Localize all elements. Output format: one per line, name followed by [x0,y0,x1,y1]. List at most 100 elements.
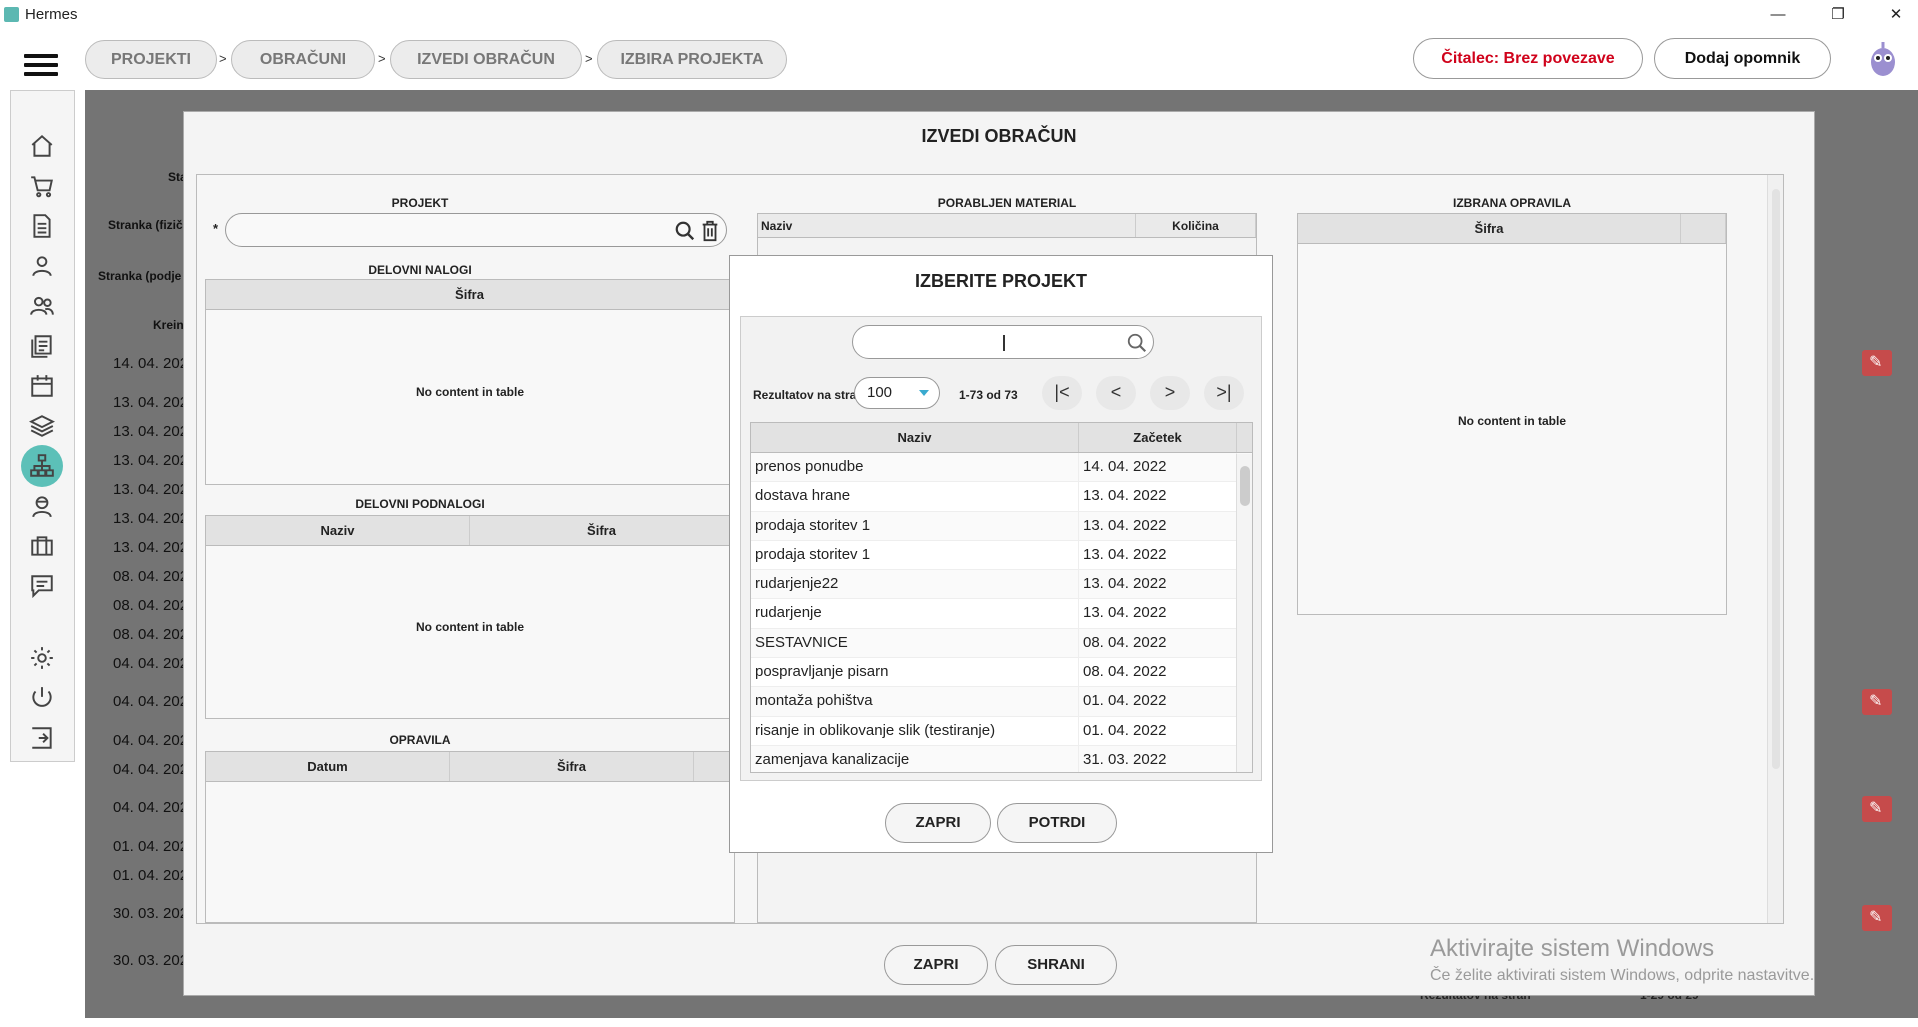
column-header-extra[interactable] [694,752,734,781]
home-icon[interactable] [27,131,57,161]
column-header-sifra[interactable]: Šifra [450,752,694,781]
breadcrumb-projekti[interactable]: PROJEKTI [85,40,217,79]
delovni-podnalogi-table: Naziv Šifra No content in table [205,515,735,719]
hierarchy-icon[interactable] [21,445,63,487]
calendar-icon[interactable] [27,371,57,401]
breadcrumb-izbira-projekta[interactable]: IZBIRA PROJEKTA [597,40,787,79]
table-row[interactable]: rudarjenje22 13. 04. 2022 [751,570,1252,600]
dialog-close-button[interactable]: ZAPRI [884,945,988,985]
last-page-button[interactable]: >| [1204,376,1244,410]
search-icon[interactable] [674,220,696,242]
hamburger-menu-icon[interactable] [24,54,58,78]
users-icon[interactable] [27,291,57,321]
opravila-title: OPRAVILA [389,733,451,747]
dialog-scrollbar[interactable] [1767,175,1783,923]
modal-close-button[interactable]: ZAPRI [885,803,991,843]
settings-icon[interactable] [27,643,57,673]
bg-label-kreiran: Krein [153,318,184,332]
bg-date: 13. 04. 202 [113,452,189,469]
table-row[interactable]: pospravljanje pisarn 08. 04. 2022 [751,658,1252,688]
first-page-button[interactable]: |< [1042,376,1082,410]
table-row[interactable]: rudarjenje 13. 04. 2022 [751,599,1252,629]
app-title: Hermes [25,6,78,23]
restore-button[interactable]: ❐ [1823,4,1853,26]
dialog-title: IZVEDI OBRAČUN [921,126,1077,146]
bg-date: 13. 04. 202 [113,539,189,556]
breadcrumb-obracuni[interactable]: OBRAČUNI [231,40,375,79]
table-row[interactable]: dostava hrane 13. 04. 2022 [751,482,1252,512]
previous-page-button[interactable]: < [1096,376,1136,410]
table-row[interactable]: risanje in oblikovanje slik (testiranje)… [751,716,1252,746]
projekt-input[interactable] [225,213,727,247]
text-caret [1003,335,1005,351]
table-row[interactable]: montaža pohištva 01. 04. 2022 [751,687,1252,717]
worker-icon[interactable] [27,491,57,521]
avatar[interactable] [1868,40,1898,78]
bg-date: 04. 04. 202 [113,655,189,672]
column-header-extra[interactable] [1681,214,1726,243]
column-header-naziv[interactable]: Naziv [751,423,1079,452]
breadcrumb-separator: > [585,51,593,66]
column-header-naziv[interactable]: Naziv [206,516,470,545]
bg-date: 04. 04. 202 [113,799,189,816]
table-row[interactable]: prodaja storitev 1 13. 04. 2022 [751,511,1252,541]
column-header-kolicina[interactable]: Količina [1136,214,1256,237]
list-icon[interactable] [27,331,57,361]
delovni-podnalogi-title: DELOVNI PODNALOGI [355,497,485,511]
list-scrollbar[interactable] [1236,454,1252,772]
bg-date: 08. 04. 202 [113,568,189,585]
briefcase-icon[interactable] [27,531,57,561]
delovni-nalogi-table: Šifra No content in table [205,279,735,485]
dialog-save-button[interactable]: SHRANI [995,945,1117,985]
trash-icon[interactable] [700,220,720,242]
table-row[interactable]: prodaja storitev 1 13. 04. 2022 [751,540,1252,571]
user-icon[interactable] [27,251,57,281]
search-icon[interactable] [1126,332,1148,354]
table-row[interactable]: prenos ponudbe 14. 04. 2022 [751,453,1252,483]
edit-icon[interactable] [1862,689,1892,715]
edit-icon[interactable] [1862,905,1892,931]
opravila-table: Datum Šifra [205,751,735,923]
bg-date: 04. 04. 202 [113,732,189,749]
bg-label-stranka-podjetje: Stranka (podje [98,269,182,283]
bg-date: 13. 04. 202 [113,510,189,527]
chat-icon[interactable] [27,571,57,601]
per-page-select[interactable]: 100 [854,377,940,409]
layers-icon[interactable] [27,411,57,441]
edit-icon[interactable] [1862,796,1892,822]
column-header-datum[interactable]: Datum [206,752,450,781]
column-header-zacetek[interactable]: Začetek [1079,423,1237,452]
column-header-sifra[interactable]: Šifra [1298,214,1681,243]
sidebar [10,90,75,762]
reader-status-button[interactable]: Čitalec: Brez povezave [1413,38,1643,79]
bg-date: 13. 04. 202 [113,423,189,440]
modal-panel: Rezultatov na stran 100 1-73 od 73 |< < … [740,316,1262,781]
document-icon[interactable] [27,211,57,241]
app-icon [4,7,19,22]
bg-date: 14. 04. 202 [113,355,189,372]
column-header-sifra[interactable]: Šifra [206,280,734,309]
modal-title: IZBERITE PROJEKT [914,271,1088,291]
cart-icon[interactable] [27,171,57,201]
column-header-naziv[interactable]: Naziv [758,214,1136,237]
next-page-button[interactable]: > [1150,376,1190,410]
bg-date: 08. 04. 202 [113,626,189,643]
bg-date: 04. 04. 202 [113,761,189,778]
empty-table-message: No content in table [416,620,524,634]
table-row[interactable]: SESTAVNICE 08. 04. 2022 [751,628,1252,659]
izbrana-opravila-table: Šifra No content in table [1297,213,1727,615]
project-list-table: Naziv Začetek prenos ponudbe 14. 04. 2022… [750,422,1253,773]
column-header-sifra[interactable]: Šifra [470,516,734,545]
close-window-button[interactable]: ✕ [1881,4,1911,26]
minimize-button[interactable]: — [1763,4,1793,26]
modal-confirm-button[interactable]: POTRDI [997,803,1117,843]
per-page-label: Rezultatov na stran [753,388,864,402]
add-reminder-button[interactable]: Dodaj opomnik [1654,38,1831,79]
table-row[interactable]: zamenjava kanalizacije 31. 03. 2022 [751,745,1252,772]
search-input[interactable] [852,325,1154,359]
scroll-thumb[interactable] [1240,466,1250,506]
breadcrumb-izvedi-obracun[interactable]: IZVEDI OBRAČUN [390,40,582,79]
edit-icon[interactable] [1862,350,1892,376]
logout-icon[interactable] [27,723,57,753]
power-icon[interactable] [27,683,57,713]
